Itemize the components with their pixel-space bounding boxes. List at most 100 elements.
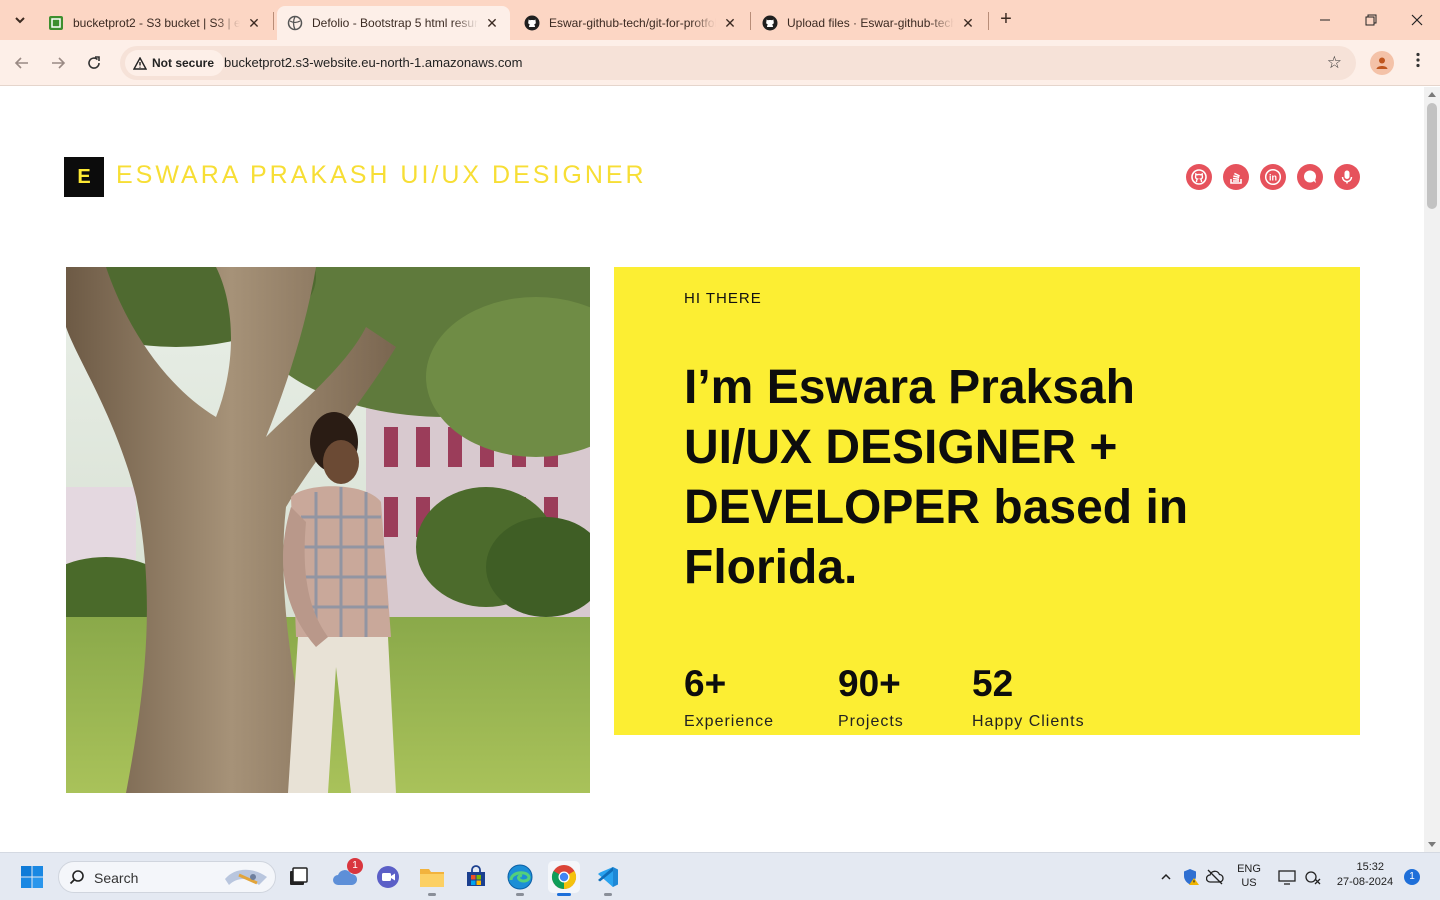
chrome-icon — [551, 865, 577, 889]
search-placeholder: Search — [94, 870, 139, 886]
clock[interactable]: 15:32 27-08-2024 — [1330, 861, 1400, 888]
more-vertical-icon — [1416, 52, 1420, 68]
stat-label: Projects — [838, 713, 904, 730]
arrow-left-icon — [14, 57, 28, 69]
restore-button[interactable] — [1348, 0, 1394, 40]
profile-avatar[interactable] — [1370, 51, 1394, 75]
microphone-icon[interactable] — [1334, 164, 1360, 190]
close-tab-icon[interactable]: ✕ — [484, 15, 500, 31]
stat-value: 52 — [972, 663, 1014, 704]
globe-icon — [287, 15, 303, 31]
minimize-icon — [1320, 19, 1330, 21]
language-indicator[interactable]: ENG US — [1234, 863, 1264, 889]
browser-toolbar: Not secure bucketprot2.s3-website.eu-nor… — [0, 40, 1440, 86]
github-icon[interactable] — [1186, 164, 1212, 190]
start-button[interactable] — [16, 861, 48, 893]
network-tray-button[interactable] — [1300, 861, 1326, 893]
tab-s3-bucket[interactable]: bucketprot2 - S3 bucket | S3 | eu-north-… — [38, 6, 272, 40]
tab-search-button[interactable] — [8, 8, 32, 32]
active-indicator — [557, 893, 571, 896]
svg-text:in: in — [1269, 173, 1277, 183]
stat-label: Happy Clients — [972, 713, 1085, 730]
folder-icon — [420, 869, 444, 887]
reload-icon — [88, 56, 100, 69]
running-indicator — [516, 893, 524, 896]
stat-projects: 90+ Projects — [838, 663, 904, 731]
hero-eyebrow: HI THERE — [684, 290, 762, 307]
linkedin-icon[interactable]: in — [1260, 164, 1286, 190]
warning-icon — [133, 56, 147, 70]
new-tab-button[interactable]: + — [994, 8, 1018, 32]
chrome-button[interactable] — [548, 861, 580, 896]
stackoverflow-icon[interactable] — [1223, 164, 1249, 190]
bookmark-star-icon[interactable]: ☆ — [1327, 53, 1342, 73]
reload-button[interactable] — [80, 49, 108, 77]
aws-s3-icon — [48, 15, 64, 31]
task-view-button[interactable] — [282, 861, 314, 893]
site-title[interactable]: ESWARA PRAKASH UI/UX DESIGNER — [116, 161, 647, 190]
task-view-icon — [290, 867, 308, 885]
page-viewport: E ESWARA PRAKASH UI/UX DESIGNER in HI TH… — [0, 87, 1424, 852]
social-links: in — [1186, 164, 1360, 190]
chat-icon[interactable] — [1297, 164, 1323, 190]
browser-menu-button[interactable] — [1410, 52, 1426, 74]
network-offline-icon — [1305, 871, 1321, 885]
close-tab-icon[interactable]: ✕ — [960, 15, 976, 31]
vscode-button[interactable] — [592, 861, 624, 896]
tab-separator — [988, 12, 989, 30]
close-tab-icon[interactable]: ✕ — [246, 15, 262, 31]
file-explorer-button[interactable] — [416, 861, 448, 896]
security-label: Not secure — [152, 56, 215, 70]
site-info-button[interactable]: Not secure — [125, 50, 225, 76]
show-hidden-icons-button[interactable] — [1152, 861, 1180, 893]
stat-value: 6+ — [684, 663, 727, 704]
video-chat-icon — [377, 866, 399, 888]
stat-label: Experience — [684, 713, 775, 730]
clock-date: 27-08-2024 — [1336, 876, 1394, 888]
weather-widget[interactable]: 1 — [329, 858, 363, 893]
logo-letter: E — [77, 165, 91, 188]
monitor-icon — [1278, 870, 1296, 885]
scroll-up-arrow[interactable] — [1428, 92, 1436, 97]
scrollbar-thumb[interactable] — [1427, 103, 1437, 209]
notification-count[interactable]: 1 — [1404, 869, 1420, 885]
tab-separator — [750, 12, 751, 30]
weather-badge: 1 — [347, 858, 363, 874]
site-logo[interactable]: E — [64, 157, 104, 197]
arrow-right-icon — [52, 57, 66, 69]
back-button[interactable] — [8, 49, 36, 77]
forward-button[interactable] — [44, 49, 72, 77]
teams-chat-button[interactable] — [372, 861, 404, 893]
tab-title: Upload files · Eswar-github-tech/git-for… — [787, 16, 954, 30]
edge-button[interactable] — [504, 861, 536, 896]
tab-defolio[interactable]: Defolio - Bootstrap 5 html resume templa… — [277, 6, 510, 40]
scroll-down-arrow[interactable] — [1428, 842, 1436, 847]
minimize-button[interactable] — [1302, 0, 1348, 40]
url-text[interactable]: bucketprot2.s3-website.eu-north-1.amazon… — [224, 55, 522, 70]
running-indicator — [604, 893, 612, 896]
person-icon — [1376, 57, 1388, 69]
close-icon — [1411, 14, 1423, 26]
close-window-button[interactable] — [1394, 0, 1440, 40]
tab-separator — [273, 12, 274, 30]
tab-upload-files[interactable]: Upload files · Eswar-github-tech/git-for… — [752, 6, 986, 40]
running-indicator — [428, 893, 436, 896]
hero-headline: I’m Eswara Praksah UI/UX DESIGNER + DEVE… — [684, 361, 1189, 594]
page-scrollbar[interactable] — [1424, 87, 1440, 852]
tab-title: Defolio - Bootstrap 5 html resume templa… — [312, 16, 478, 30]
stat-experience: 6+ Experience — [684, 663, 774, 731]
onedrive-tray-button[interactable] — [1202, 861, 1228, 893]
chevron-down-icon — [15, 17, 25, 24]
taskbar-search[interactable]: Search — [58, 861, 276, 893]
tab-github-repo[interactable]: Eswar-github-tech/git-for-protfolio ✕ — [514, 6, 748, 40]
tab-title: Eswar-github-tech/git-for-protfolio — [549, 16, 716, 30]
store-button[interactable] — [460, 861, 492, 893]
edge-icon — [507, 864, 533, 890]
github-icon — [524, 15, 540, 31]
display-tray-button[interactable] — [1274, 861, 1300, 893]
address-bar[interactable]: Not secure bucketprot2.s3-website.eu-nor… — [120, 46, 1356, 80]
close-tab-icon[interactable]: ✕ — [722, 15, 738, 31]
clock-time: 15:32 — [1356, 861, 1384, 873]
windows-logo-icon — [21, 866, 43, 888]
security-tray-button[interactable] — [1178, 861, 1204, 893]
